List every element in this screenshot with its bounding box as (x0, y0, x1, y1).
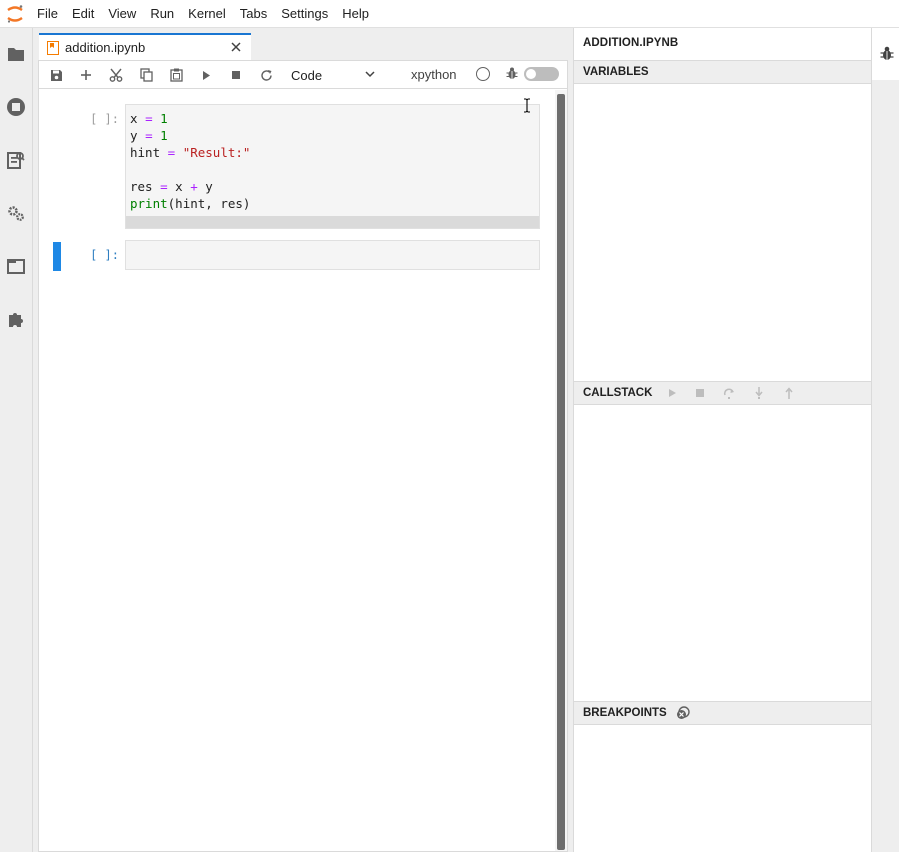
variables-body (574, 84, 871, 380)
right-sidebar (871, 28, 899, 852)
menu-view[interactable]: View (101, 0, 143, 28)
code-line: res = x + y (130, 179, 213, 194)
cell-prompt: [ ]: (90, 112, 119, 126)
text-cursor-icon (524, 98, 530, 113)
tab-label: addition.ipynb (65, 40, 146, 55)
restart-icon[interactable] (256, 65, 276, 85)
code-line: print(hint, res) (130, 196, 251, 211)
cell-list: [ ]: x = 1 y = 1 hint = "Result:" res = … (39, 90, 555, 850)
menu-tabs[interactable]: Tabs (233, 0, 274, 28)
menu-run[interactable]: Run (143, 0, 181, 28)
callstack-body (574, 405, 871, 700)
left-sidebar (0, 28, 33, 852)
run-icon[interactable] (196, 65, 216, 85)
remove-breakpoints-icon[interactable] (676, 706, 690, 720)
notebook-panel: Code xpython [ ]: x = 1 y = 1 hint = "Re… (38, 60, 568, 852)
code-line: x = 1 (130, 111, 168, 126)
toggle-knob (526, 69, 536, 79)
kernel-status-icon (476, 67, 490, 81)
running-icon[interactable] (5, 96, 27, 118)
extension-icon[interactable] (5, 308, 27, 330)
terminate-icon[interactable] (694, 387, 706, 399)
bug-icon (506, 67, 518, 79)
variables-label: VARIABLES (583, 66, 649, 78)
bug-icon (880, 46, 894, 60)
continue-icon[interactable] (666, 387, 678, 399)
stop-icon[interactable] (226, 65, 246, 85)
step-into-icon[interactable] (753, 387, 765, 399)
debugger-title: ADDITION.IPYNB (583, 37, 679, 49)
active-cell-indicator (53, 242, 61, 271)
step-over-icon[interactable] (723, 387, 735, 399)
menu-edit[interactable]: Edit (65, 0, 101, 28)
menu-settings[interactable]: Settings (274, 0, 335, 28)
settings-icon[interactable] (5, 202, 27, 224)
kernel-name[interactable]: xpython (411, 67, 457, 82)
tabs-icon[interactable] (5, 255, 27, 277)
breakpoints-header[interactable]: BREAKPOINTS (574, 701, 871, 725)
code-line: hint = "Result:" (130, 145, 251, 160)
menu-kernel[interactable]: Kernel (181, 0, 233, 28)
folder-icon[interactable] (5, 43, 27, 65)
code-cell-input[interactable]: x = 1 y = 1 hint = "Result:" res = x + y… (125, 104, 540, 229)
property-inspector-icon[interactable] (5, 149, 27, 171)
menu-bar: File Edit View Run Kernel Tabs Settings … (0, 0, 899, 28)
callstack-label: CALLSTACK (583, 387, 653, 399)
tab-addition-notebook[interactable]: addition.ipynb (39, 33, 251, 60)
notebook-icon (47, 40, 59, 55)
horizontal-scrollbar[interactable] (126, 216, 539, 228)
jupyterlab-window: File Edit View Run Kernel Tabs Settings … (0, 0, 899, 852)
add-cell-icon[interactable] (76, 65, 96, 85)
cut-icon[interactable] (106, 65, 126, 85)
menu-file[interactable]: File (30, 0, 65, 28)
copy-icon[interactable] (136, 65, 156, 85)
save-icon[interactable] (46, 65, 66, 85)
debugger-panel: ADDITION.IPYNB VARIABLES CALLSTACK BREAK… (573, 28, 871, 852)
notebook-toolbar: Code xpython (39, 61, 567, 89)
notebook-scrollbar[interactable] (555, 90, 567, 851)
cell-type-label: Code (291, 67, 323, 83)
menu-help[interactable]: Help (335, 0, 376, 28)
breakpoints-body (574, 725, 871, 852)
scrollbar-thumb[interactable] (557, 94, 565, 850)
paste-icon[interactable] (166, 65, 186, 85)
code-cell-input[interactable] (125, 240, 540, 270)
main-dock-panel: addition.ipynb Code xpython []: x = 1 y… (33, 28, 573, 852)
debugger-toggle[interactable] (524, 67, 559, 81)
debugger-sidebar-tab[interactable] (872, 28, 899, 80)
document-tab-bar: addition.ipynb (33, 28, 573, 60)
breakpoints-label: BREAKPOINTS (583, 707, 667, 719)
close-icon[interactable] (229, 40, 243, 54)
cell-type-dropdown[interactable]: Code (291, 65, 381, 85)
callstack-header[interactable]: CALLSTACK (574, 381, 871, 405)
step-out-icon[interactable] (783, 387, 795, 399)
variables-header[interactable]: VARIABLES (574, 60, 871, 84)
jupyter-logo-icon (0, 0, 30, 28)
chevron-down-icon (365, 71, 375, 78)
code-line: y = 1 (130, 128, 168, 143)
cell-prompt: [ ]: (90, 248, 119, 262)
